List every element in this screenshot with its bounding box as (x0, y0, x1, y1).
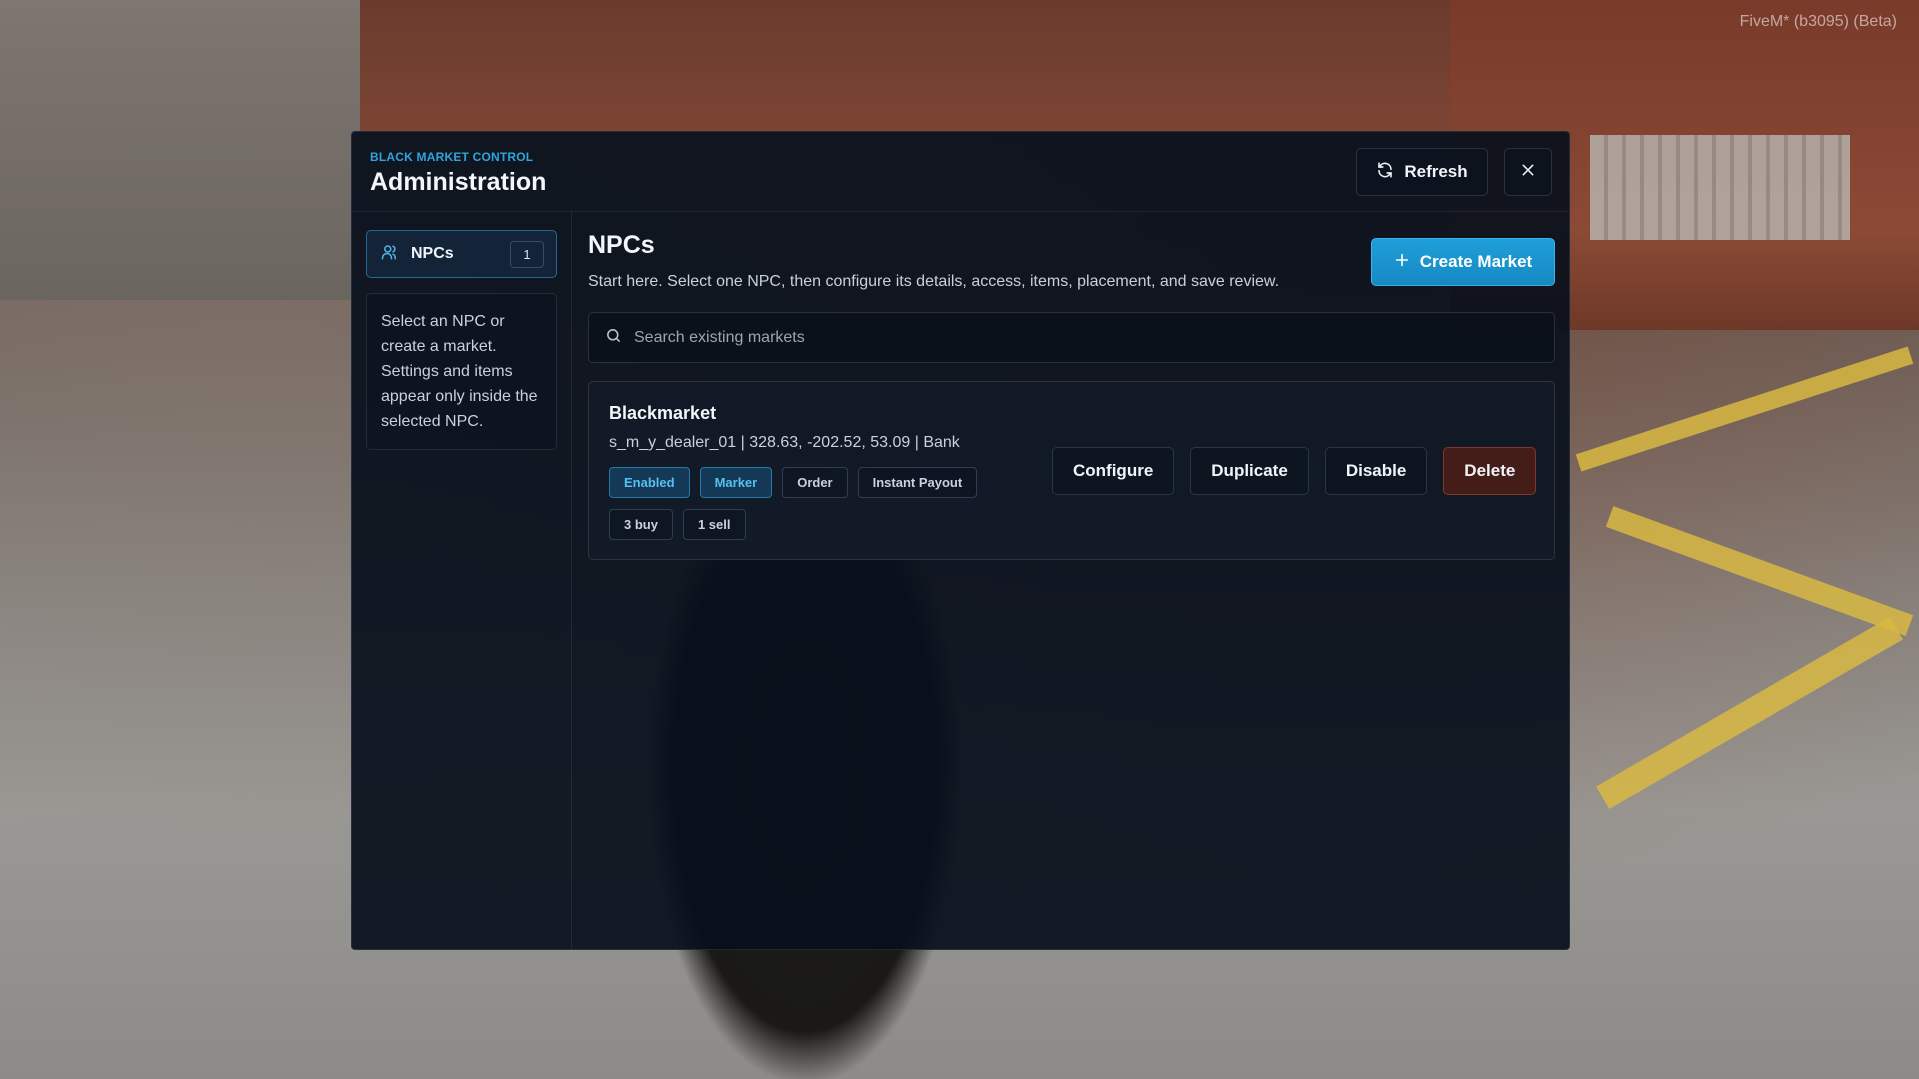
tag-instant-payout: Instant Payout (857, 467, 978, 498)
delete-button[interactable]: Delete (1443, 447, 1537, 495)
search-bar[interactable] (588, 312, 1555, 363)
tag-enabled: Enabled (609, 467, 690, 498)
road-marking (1575, 346, 1914, 472)
panel-eyebrow: BLACK MARKET CONTROL (370, 150, 534, 164)
panel-header: BLACK MARKET CONTROL Administration Refr… (352, 132, 1569, 212)
sidebar-item-npcs[interactable]: NPCs 1 (366, 230, 557, 278)
refresh-button[interactable]: Refresh (1356, 148, 1488, 196)
panel-title: Administration (370, 168, 547, 196)
sidebar: NPCs 1 Select an NPC or create a market.… (352, 212, 572, 949)
background-building-left (0, 0, 360, 300)
buy-count-badge: 3 buy (609, 509, 673, 540)
sidebar-item-count-badge: 1 (510, 241, 544, 268)
tag-order: Order (782, 467, 848, 498)
page-title: NPCs (588, 231, 655, 259)
disable-button[interactable]: Disable (1324, 447, 1428, 495)
search-icon (605, 327, 622, 349)
duplicate-button[interactable]: Duplicate (1190, 447, 1309, 495)
configure-button[interactable]: Configure (1052, 447, 1175, 495)
sidebar-item-label: NPCs (411, 245, 454, 262)
market-name: Blackmarket (609, 403, 717, 423)
tag-marker: Marker (699, 467, 773, 498)
search-input[interactable] (634, 328, 1514, 347)
admin-panel: BLACK MARKET CONTROL Administration Refr… (351, 131, 1570, 950)
close-button[interactable] (1504, 148, 1552, 196)
road-marking (1605, 506, 1914, 636)
background-window (1590, 135, 1850, 240)
sell-count-badge: 1 sell (682, 509, 746, 540)
market-actions: Configure Duplicate Disable Delete (1052, 447, 1537, 495)
refresh-icon (1376, 161, 1394, 184)
page-subtitle: Start here. Select one NPC, then configu… (588, 273, 1280, 290)
plus-icon (1394, 252, 1410, 273)
market-card[interactable]: Blackmarket s_m_y_dealer_01 | 328.63, -2… (588, 381, 1555, 560)
close-icon (1520, 162, 1536, 183)
create-market-label: Create Market (1419, 252, 1533, 271)
main-content: NPCs Start here. Select one NPC, then co… (572, 212, 1569, 949)
create-market-button[interactable]: Create Market (1371, 238, 1555, 286)
background-roof (360, 0, 1450, 135)
market-tags: Enabled Marker Order Instant Payout (609, 467, 978, 498)
sidebar-help-text: Select an NPC or create a market. Settin… (366, 293, 557, 450)
market-meta: s_m_y_dealer_01 | 328.63, -202.52, 53.09… (609, 434, 960, 451)
build-label: FiveM* (b3095) (Beta) (1739, 13, 1897, 30)
users-icon (381, 243, 399, 266)
refresh-label: Refresh (1404, 162, 1468, 181)
road-marking (1596, 616, 1903, 810)
market-counts: 3 buy 1 sell (609, 509, 746, 540)
